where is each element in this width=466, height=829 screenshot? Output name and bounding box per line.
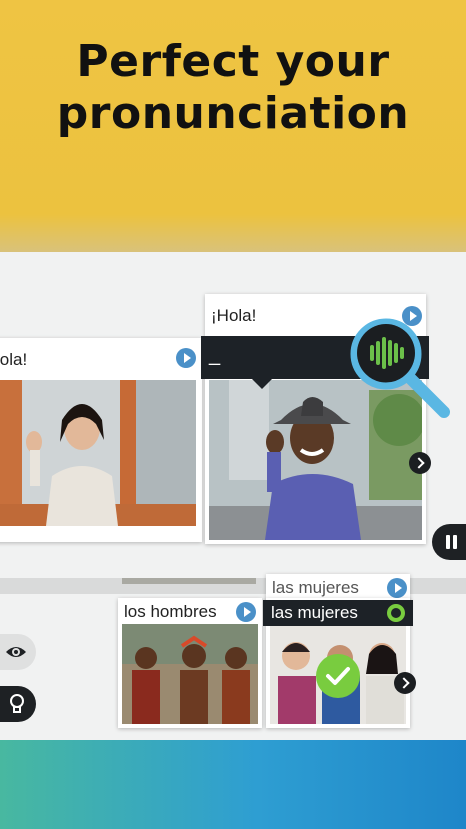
show-answer-button[interactable] bbox=[0, 634, 36, 670]
photo-men-group bbox=[122, 624, 258, 724]
card-caption: los hombres bbox=[124, 602, 217, 621]
checkmark-icon bbox=[316, 654, 360, 698]
play-icon[interactable] bbox=[236, 602, 256, 622]
answer-text: las mujeres bbox=[271, 603, 358, 622]
play-icon[interactable] bbox=[387, 578, 407, 598]
card-caption: ¡Hola! bbox=[211, 306, 257, 325]
hint-button[interactable] bbox=[0, 686, 36, 722]
input-bar-notch bbox=[252, 379, 272, 389]
hero-title: Perfect your pronunciation bbox=[0, 36, 466, 140]
hero-title-line-2: pronunciation bbox=[56, 88, 410, 139]
background-card-image bbox=[122, 578, 256, 584]
microphone-wave-icon[interactable] bbox=[357, 324, 415, 382]
pause-button[interactable] bbox=[432, 524, 466, 560]
word-card-los-hombres[interactable]: los hombres bbox=[118, 598, 262, 728]
chevron-right-icon[interactable] bbox=[409, 452, 431, 474]
pause-icon bbox=[446, 535, 450, 549]
lightbulb-icon bbox=[10, 694, 24, 713]
ring-icon bbox=[387, 604, 405, 622]
hero-title-line-1: Perfect your bbox=[76, 36, 390, 87]
answer-bar[interactable]: las mujeres bbox=[263, 600, 413, 626]
photo-woman-waving bbox=[0, 380, 196, 526]
card-caption: lola! bbox=[0, 350, 28, 369]
card-caption: las mujeres bbox=[272, 578, 359, 597]
chevron-right-icon[interactable] bbox=[394, 672, 416, 694]
typed-text: _ bbox=[209, 344, 221, 366]
eye-icon bbox=[6, 647, 26, 657]
bottom-gradient-band bbox=[0, 740, 466, 829]
hero-banner: Perfect your pronunciation bbox=[0, 0, 466, 252]
lesson-card-left[interactable]: lola! bbox=[0, 338, 202, 542]
lesson-stage: lola! ¡Hola! bbox=[0, 252, 466, 740]
play-icon[interactable] bbox=[176, 348, 196, 368]
